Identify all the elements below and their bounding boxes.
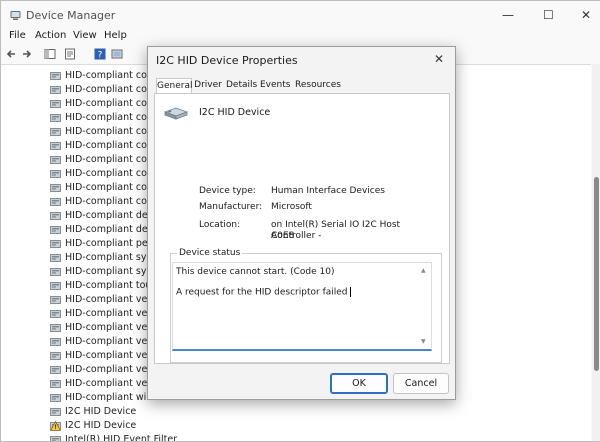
window-title: Device Manager <box>26 9 115 22</box>
hid-device-icon <box>50 309 61 319</box>
dialog-close-button[interactable]: ✕ <box>434 52 444 66</box>
device-type-label: Device type: <box>199 186 256 196</box>
svg-text:?: ? <box>98 51 103 61</box>
hid-device-icon <box>50 239 61 249</box>
menu-help[interactable]: Help <box>104 30 127 41</box>
tab-events[interactable]: Events <box>260 79 290 92</box>
hid-device-icon <box>50 407 61 417</box>
hid-device-icon <box>50 379 61 389</box>
tree-row-label: I2C HID Device <box>65 419 136 433</box>
manufacturer-value: Microsoft <box>271 202 431 213</box>
tab-strip: General Driver Details Events Resources <box>154 78 448 93</box>
status-line-1: This device cannot start. (Code 10) <box>176 267 335 277</box>
hid-device-icon <box>50 155 61 165</box>
hid-device-icon <box>50 393 61 403</box>
tab-driver[interactable]: Driver <box>194 79 222 92</box>
text-caret <box>350 287 351 297</box>
hid-device-icon <box>50 253 61 263</box>
manufacturer-label: Manufacturer: <box>199 202 262 212</box>
status-line-2-text: A request for the HID descriptor failed <box>176 288 348 298</box>
hid-device-icon <box>50 113 61 123</box>
properties-icon[interactable] <box>64 48 76 60</box>
device-status-textbox[interactable]: This device cannot start. (Code 10) A re… <box>172 262 432 351</box>
hid-device-icon <box>50 281 61 291</box>
hid-device-icon <box>50 141 61 151</box>
device-status-group: Device status This device cannot start. … <box>170 253 442 363</box>
tree-row-label: I2C HID Device <box>65 405 136 419</box>
hid-device-icon <box>50 197 61 207</box>
hid-device-icon <box>50 211 61 221</box>
tree-row[interactable]: I2C HID Device <box>49 405 169 419</box>
device-warning-icon <box>50 421 61 431</box>
menu-action[interactable]: Action <box>35 30 66 41</box>
device-type-value: Human Interface Devices <box>271 186 431 197</box>
general-tab-panel: I2C HID Device Device type: Human Interf… <box>154 93 450 364</box>
maximize-button[interactable]: ☐ <box>543 8 554 22</box>
console-tree-icon[interactable] <box>44 48 56 60</box>
device-manager-icon <box>10 10 21 21</box>
hid-device-icon <box>50 365 61 375</box>
forward-arrow-icon[interactable] <box>21 48 33 60</box>
menu-view[interactable]: View <box>73 30 97 41</box>
title-bar: Device Manager — ☐ ✕ <box>1 1 600 31</box>
scan-hardware-icon[interactable] <box>111 48 123 60</box>
hid-device-icon <box>50 351 61 361</box>
hid-device-icon <box>50 337 61 347</box>
device-name: I2C HID Device <box>199 107 270 118</box>
hid-device-icon <box>50 183 61 193</box>
hid-device-icon <box>50 71 61 81</box>
hid-device-icon <box>50 169 61 179</box>
close-button[interactable]: ✕ <box>581 8 591 22</box>
tab-details[interactable]: Details <box>226 79 256 92</box>
hid-device-icon <box>50 267 61 277</box>
device-status-title: Device status <box>177 248 242 258</box>
hid-device-icon <box>50 99 61 109</box>
textbox-scroll-down-icon[interactable]: ▼ <box>421 338 426 345</box>
ok-button[interactable]: OK <box>330 373 388 394</box>
tree-row[interactable]: I2C HID Device <box>49 419 169 433</box>
back-arrow-icon[interactable] <box>5 48 17 60</box>
status-line-2: A request for the HID descriptor failed <box>176 287 351 298</box>
tree-row-label: HID-compliant pen <box>65 237 154 251</box>
dialog-title: I2C HID Device Properties <box>156 54 298 67</box>
minimize-button[interactable]: — <box>502 8 514 22</box>
menu-file[interactable]: File <box>9 30 26 41</box>
cancel-button[interactable]: Cancel <box>393 373 449 394</box>
hid-device-icon <box>50 85 61 95</box>
vertical-scrollbar[interactable] <box>592 64 600 442</box>
hid-device-icon <box>50 295 61 305</box>
hid-device-icon <box>164 106 188 122</box>
hid-device-icon <box>50 323 61 333</box>
location-value-line2: A0E8 <box>271 231 431 242</box>
textbox-scroll-up-icon[interactable]: ▲ <box>421 267 426 274</box>
help-icon[interactable]: ? <box>94 48 106 60</box>
properties-dialog: I2C HID Device Properties ✕ General Driv… <box>147 46 456 400</box>
location-label: Location: <box>199 220 240 230</box>
hid-device-icon <box>50 127 61 137</box>
tab-resources[interactable]: Resources <box>294 79 342 92</box>
menu-bar: File Action View Help <box>1 28 600 44</box>
hid-device-icon <box>50 225 61 235</box>
scrollbar-thumb[interactable] <box>594 177 599 371</box>
tab-general[interactable]: General <box>156 78 192 94</box>
